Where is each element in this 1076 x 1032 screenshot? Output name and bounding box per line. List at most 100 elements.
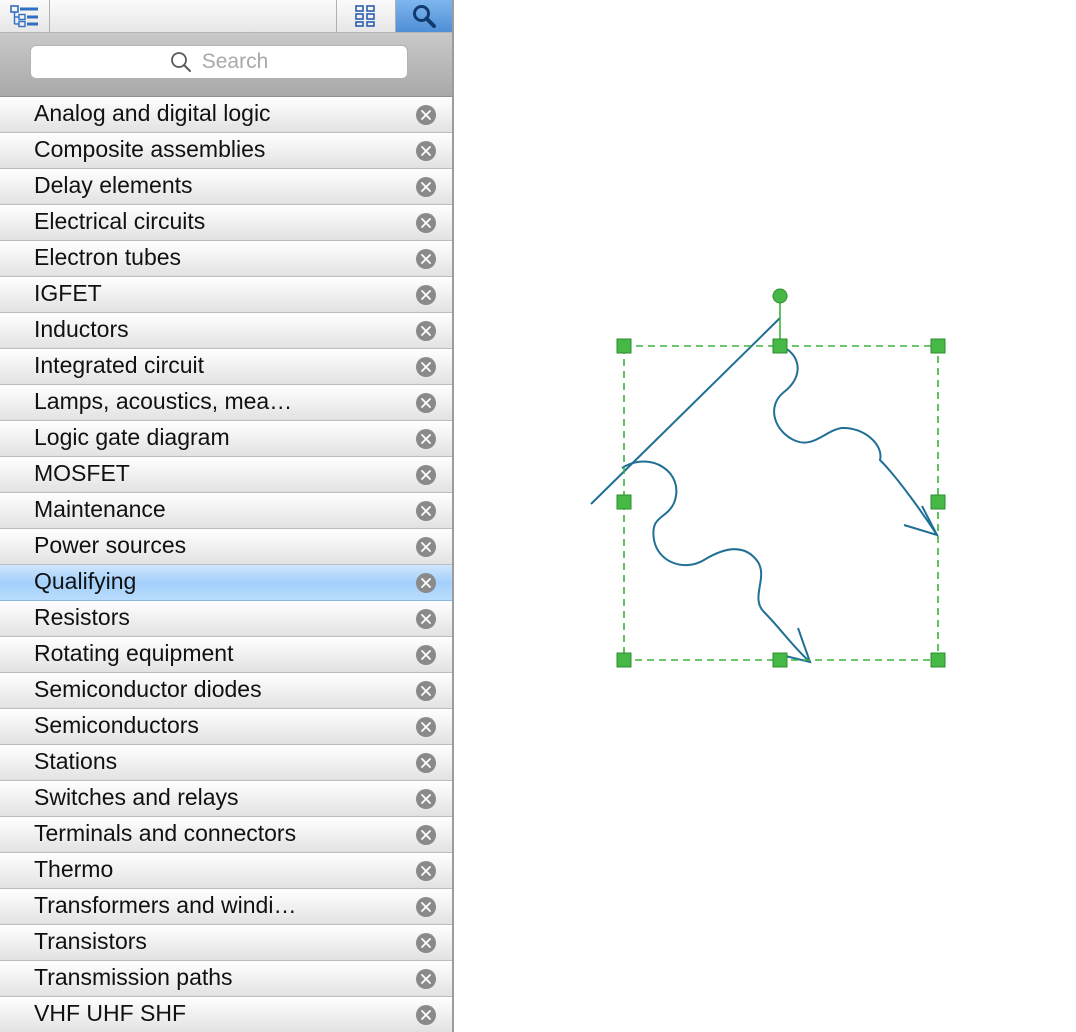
- remove-library-icon[interactable]: [415, 248, 437, 270]
- library-row-label: VHF UHF SHF: [34, 1000, 187, 1026]
- remove-library-icon[interactable]: [415, 680, 437, 702]
- library-row[interactable]: Resistors: [0, 601, 452, 637]
- search-mode-button[interactable]: [396, 0, 452, 32]
- library-toolbar: [0, 0, 452, 33]
- toolbar-spacer: [50, 0, 337, 32]
- library-row-label: Switches and relays: [34, 784, 239, 810]
- library-row[interactable]: Terminals and connectors: [0, 817, 452, 853]
- remove-library-icon[interactable]: [415, 860, 437, 882]
- library-row[interactable]: Electron tubes: [0, 241, 452, 277]
- library-row-label: Electrical circuits: [34, 208, 206, 234]
- library-row-label: Rotating equipment: [34, 640, 234, 666]
- library-sidebar: Search Analog and digital logic Composite…: [0, 0, 454, 1032]
- remove-library-icon[interactable]: [415, 140, 437, 162]
- library-row[interactable]: Lamps, acoustics, mea…: [0, 385, 452, 421]
- library-list: Analog and digital logic Composite assemb…: [0, 97, 452, 1032]
- library-row[interactable]: Transmission paths: [0, 961, 452, 997]
- library-row[interactable]: Switches and relays: [0, 781, 452, 817]
- remove-library-icon[interactable]: [415, 212, 437, 234]
- library-row[interactable]: Analog and digital logic: [0, 97, 452, 133]
- library-row[interactable]: Maintenance: [0, 493, 452, 529]
- remove-library-icon[interactable]: [415, 464, 437, 486]
- library-row-label: IGFET: [34, 280, 102, 306]
- remove-library-icon[interactable]: [415, 176, 437, 198]
- library-row-label: Transistors: [34, 928, 147, 954]
- library-row-label: Integrated circuit: [34, 352, 205, 378]
- resize-handle-top-left[interactable]: [616, 338, 632, 354]
- library-row[interactable]: Power sources: [0, 529, 452, 565]
- library-row[interactable]: Inductors: [0, 313, 452, 349]
- library-row[interactable]: Semiconductors: [0, 709, 452, 745]
- grid-view-button[interactable]: [337, 0, 396, 32]
- remove-library-icon[interactable]: [415, 968, 437, 990]
- search-placeholder: Search: [201, 50, 269, 73]
- library-row[interactable]: Transformers and windi…: [0, 889, 452, 925]
- search-icon: [170, 52, 191, 72]
- search-icon: [413, 5, 436, 28]
- remove-library-icon[interactable]: [415, 824, 437, 846]
- library-row[interactable]: Composite assemblies: [0, 133, 452, 169]
- tree-view-icon: [9, 5, 38, 28]
- library-row[interactable]: Semiconductor diodes: [0, 673, 452, 709]
- library-row[interactable]: Electrical circuits: [0, 205, 452, 241]
- remove-library-icon[interactable]: [415, 608, 437, 630]
- search-input[interactable]: Search: [30, 45, 408, 79]
- resize-handle-bottom-left[interactable]: [616, 652, 632, 668]
- tree-view-button[interactable]: [0, 0, 50, 32]
- selection-frame: [623, 345, 939, 661]
- remove-library-icon[interactable]: [415, 788, 437, 810]
- library-row-label: MOSFET: [34, 460, 130, 486]
- library-row[interactable]: MOSFET: [0, 457, 452, 493]
- library-row-label: Transformers and windi…: [34, 892, 297, 918]
- library-row[interactable]: Logic gate diagram: [0, 421, 452, 457]
- library-row[interactable]: Delay elements: [0, 169, 452, 205]
- resize-handle-top[interactable]: [772, 338, 788, 354]
- library-row-label: Semiconductors: [34, 712, 199, 738]
- library-row[interactable]: Integrated circuit: [0, 349, 452, 385]
- library-row-label: Qualifying: [34, 568, 137, 594]
- diagram-svg: [590, 288, 946, 668]
- remove-library-icon[interactable]: [415, 104, 437, 126]
- library-row-label: Maintenance: [34, 496, 166, 522]
- library-row-label: Power sources: [34, 532, 187, 558]
- search-bar: Search: [0, 33, 452, 97]
- remove-library-icon[interactable]: [415, 428, 437, 450]
- resize-handle-bottom[interactable]: [772, 652, 788, 668]
- library-row-label: Terminals and connectors: [34, 820, 297, 846]
- remove-library-icon[interactable]: [415, 932, 437, 954]
- library-row[interactable]: VHF UHF SHF: [0, 997, 452, 1032]
- remove-library-icon[interactable]: [415, 500, 437, 522]
- remove-library-icon[interactable]: [415, 392, 437, 414]
- remove-library-icon[interactable]: [415, 356, 437, 378]
- remove-library-icon[interactable]: [415, 752, 437, 774]
- grid-view-icon: [355, 5, 375, 27]
- remove-library-icon[interactable]: [415, 896, 437, 918]
- library-row[interactable]: Stations: [0, 745, 452, 781]
- library-row[interactable]: IGFET: [0, 277, 452, 313]
- remove-library-icon[interactable]: [415, 284, 437, 306]
- library-row-label: Composite assemblies: [34, 136, 266, 162]
- qualifying-wave-arrows-shape[interactable]: [590, 317, 939, 664]
- remove-library-icon[interactable]: [415, 572, 437, 594]
- library-row-label: Logic gate diagram: [34, 424, 230, 450]
- remove-library-icon[interactable]: [415, 536, 437, 558]
- drawing-canvas[interactable]: [454, 0, 1076, 1032]
- shape-wave-path-lower: [621, 460, 811, 663]
- resize-handle-top-right[interactable]: [930, 338, 946, 354]
- rotation-handle[interactable]: [772, 288, 788, 304]
- resize-handle-left[interactable]: [616, 494, 632, 510]
- library-row-label: Inductors: [34, 316, 129, 342]
- library-row[interactable]: Rotating equipment: [0, 637, 452, 673]
- remove-library-icon[interactable]: [415, 1004, 437, 1026]
- resize-handle-right[interactable]: [930, 494, 946, 510]
- library-row-label: Transmission paths: [34, 964, 233, 990]
- library-row[interactable]: Thermo: [0, 853, 452, 889]
- resize-handle-bottom-right[interactable]: [930, 652, 946, 668]
- library-row-label: Stations: [34, 748, 118, 774]
- library-row[interactable]: Transistors: [0, 925, 452, 961]
- library-row[interactable]: Qualifying: [0, 565, 452, 601]
- library-row-label: Thermo: [34, 856, 114, 882]
- remove-library-icon[interactable]: [415, 716, 437, 738]
- remove-library-icon[interactable]: [415, 320, 437, 342]
- remove-library-icon[interactable]: [415, 644, 437, 666]
